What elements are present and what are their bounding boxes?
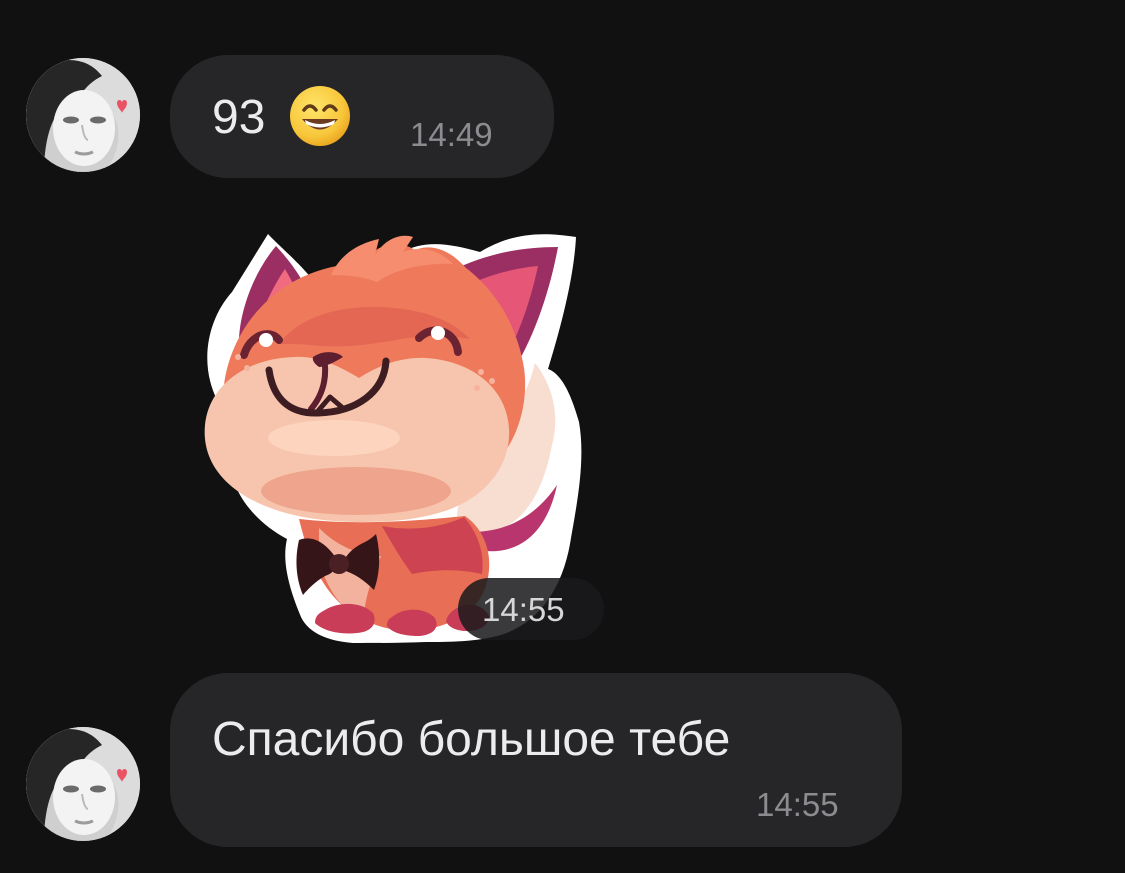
message-time: 14:49: [410, 116, 493, 153]
message-time: 14:55: [482, 591, 565, 628]
user-avatar-icon: [26, 58, 140, 172]
sender-avatar[interactable]: [26, 58, 140, 172]
message-text: 93: [212, 91, 266, 144]
message-bubble-incoming[interactable]: 93 14:49: [170, 55, 554, 178]
grinning-face-with-smiling-eyes-icon: [290, 86, 350, 146]
message-bubble-incoming[interactable]: Спасибо большое тебе 14:55: [170, 673, 902, 847]
chat-history: 93 14:49 14:55 Спасибо большое тебе 14:5…: [0, 0, 1125, 873]
message-text: Спасибо большое тебе: [212, 713, 731, 766]
user-avatar-icon: [26, 727, 140, 841]
message-time: 14:55: [756, 786, 839, 823]
sender-avatar[interactable]: [26, 727, 140, 841]
sticker-time-badge: 14:55: [458, 578, 604, 640]
